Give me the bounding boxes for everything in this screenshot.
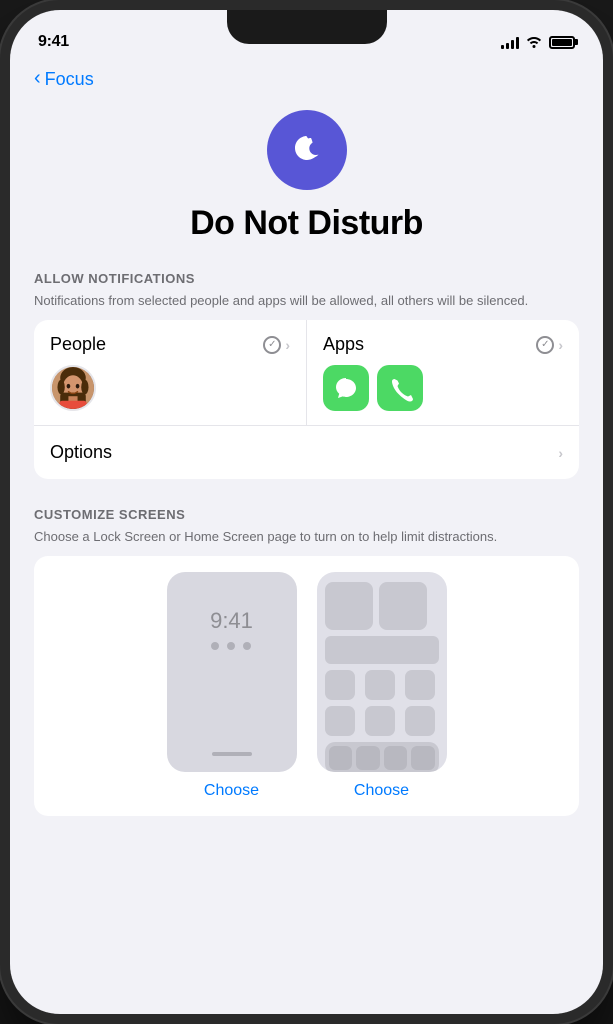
people-cell[interactable]: People ✓ ›: [34, 320, 307, 425]
back-label: Focus: [45, 69, 94, 90]
home-icons-grid: [325, 670, 439, 736]
app-icons-row: [323, 365, 563, 411]
home-widget-wide: [325, 636, 439, 664]
lock-screen-preview-item: 9:41 Choose: [167, 572, 297, 800]
signal-bars-icon: [501, 35, 519, 49]
screen-previews-card: 9:41 Choose: [34, 556, 579, 816]
lock-screen-time: 9:41: [210, 608, 253, 634]
options-chevron-icon: ›: [558, 445, 563, 461]
people-nav: ✓ ›: [263, 336, 290, 354]
home-widget-1: [325, 582, 373, 630]
messages-app-icon: [323, 365, 369, 411]
lock-screen-preview: 9:41: [167, 572, 297, 772]
home-widget-2: [379, 582, 427, 630]
people-title: People: [50, 334, 106, 355]
apps-title: Apps: [323, 334, 364, 355]
options-label: Options: [50, 442, 112, 463]
screen: 9:41 ‹: [10, 10, 603, 1014]
apps-chevron-icon: ›: [558, 337, 563, 353]
nav-bar: ‹ Focus: [10, 60, 603, 90]
apps-cell[interactable]: Apps ✓ ›: [307, 320, 579, 425]
status-icons: [501, 34, 575, 51]
card-row-main: People ✓ ›: [34, 320, 579, 426]
people-chevron-icon: ›: [285, 337, 290, 353]
phone-frame: 9:41 ‹: [0, 0, 613, 1024]
main-content: ALLOW NOTIFICATIONS Notifications from s…: [10, 271, 603, 816]
page-title: Do Not Disturb: [190, 204, 423, 243]
back-chevron-icon: ‹: [34, 67, 41, 90]
apps-nav: ✓ ›: [536, 336, 563, 354]
home-screen-preview: [317, 572, 447, 772]
battery-icon: [549, 36, 575, 49]
lock-screen-choose-button[interactable]: Choose: [204, 782, 259, 800]
status-time: 9:41: [38, 33, 69, 51]
allow-notifications-label: ALLOW NOTIFICATIONS: [34, 271, 579, 286]
lock-screen-bar: [212, 752, 252, 756]
people-check-icon: ✓: [263, 336, 281, 354]
customize-screens-label: CUSTOMIZE SCREENS: [34, 507, 579, 522]
notch: [227, 10, 387, 44]
home-screen-choose-button[interactable]: Choose: [354, 782, 409, 800]
home-dock: [325, 742, 439, 772]
customize-screens-description: Choose a Lock Screen or Home Screen page…: [34, 528, 579, 546]
phone-app-icon: [377, 365, 423, 411]
back-button[interactable]: ‹ Focus: [34, 68, 94, 90]
people-apps-card: People ✓ ›: [34, 320, 579, 479]
apps-check-icon: ✓: [536, 336, 554, 354]
lock-screen-dots: [211, 642, 251, 650]
avatar: [50, 365, 96, 411]
hero-section: Do Not Disturb: [10, 90, 603, 271]
do-not-disturb-icon: [267, 110, 347, 190]
allow-notifications-description: Notifications from selected people and a…: [34, 292, 579, 310]
wifi-icon: [525, 34, 543, 51]
options-row[interactable]: Options ›: [34, 426, 579, 479]
home-screen-preview-item: Choose: [317, 572, 447, 800]
